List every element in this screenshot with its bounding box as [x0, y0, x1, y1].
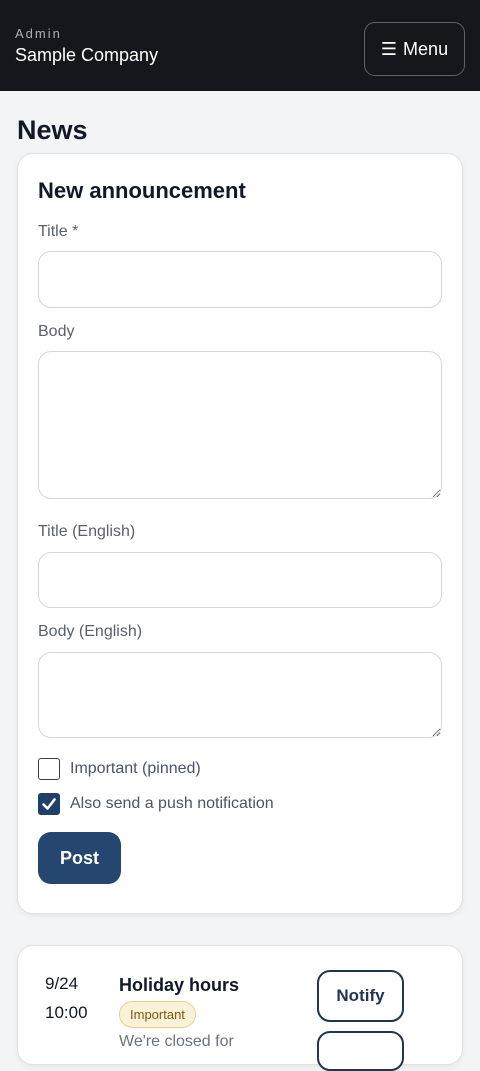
top-bar: Admin Sample Company ☰ Menu: [0, 0, 480, 91]
checkmark-icon: [42, 798, 56, 810]
body-label: Body: [38, 323, 75, 340]
news-time: 10:00: [45, 1003, 88, 1022]
menu-button[interactable]: ☰ Menu: [364, 22, 465, 76]
secondary-action-button[interactable]: [317, 1031, 404, 1071]
title-input[interactable]: [38, 251, 442, 308]
menu-button-label: Menu: [403, 38, 449, 59]
news-excerpt: We're closed for: [119, 1033, 234, 1050]
push-notification-checkbox[interactable]: [38, 793, 60, 815]
important-checkbox[interactable]: [38, 758, 60, 780]
company-name: Sample Company: [15, 45, 159, 65]
push-notification-checkbox-row[interactable]: Also send a push notification: [38, 793, 274, 815]
brand-subtitle: Admin: [15, 26, 62, 41]
form-heading: New announcement: [38, 178, 246, 203]
notify-button[interactable]: Notify: [317, 970, 404, 1022]
page-title: News: [17, 115, 88, 145]
body-english-textarea[interactable]: [38, 652, 442, 738]
body-english-label: Body (English): [38, 623, 143, 640]
push-notification-label: Also send a push notification: [70, 795, 274, 812]
news-title: Holiday hours: [119, 975, 240, 995]
post-button[interactable]: Post: [38, 832, 121, 884]
body-textarea[interactable]: [38, 351, 442, 499]
news-date: 9/24: [45, 974, 79, 993]
important-checkbox-label: Important (pinned): [70, 760, 201, 777]
important-checkbox-row[interactable]: Important (pinned): [38, 758, 201, 780]
title-label: Title *: [38, 223, 79, 240]
brand: Admin Sample Company: [15, 27, 158, 66]
hamburger-icon: ☰: [380, 38, 398, 60]
title-english-input[interactable]: [38, 552, 442, 608]
title-english-label: Title (English): [38, 523, 136, 540]
important-badge: Important: [119, 1001, 196, 1028]
